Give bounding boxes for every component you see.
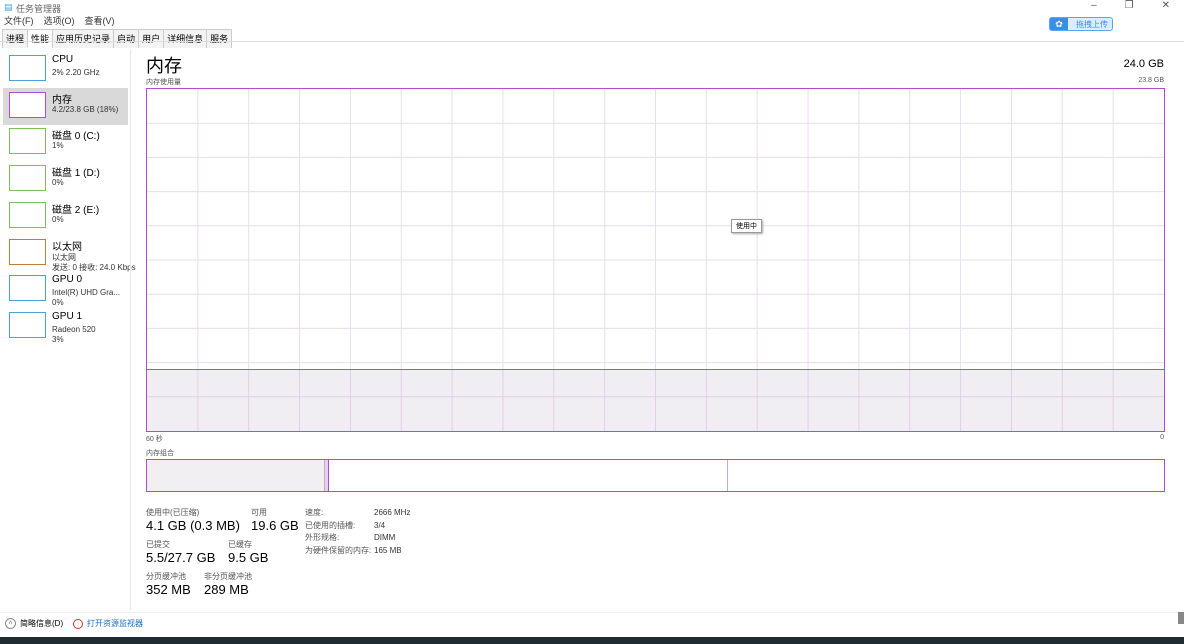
composition-free[interactable] [728, 460, 1164, 491]
sidebar-item-sub: 0% [52, 178, 64, 188]
window-controls: – ❐ ✕ [1091, 0, 1170, 11]
tab-startup[interactable]: 启动 [113, 29, 140, 48]
thumbnail-graph [9, 311, 46, 338]
memory-composition-bar [146, 459, 1165, 492]
sidebar-item[interactable]: 以太网 以太网 发送: 0 接收: 24.0 Kbps [3, 235, 136, 272]
stat-committed: 已提交 5.5/27.7 GB [146, 540, 216, 565]
graph-svg [147, 89, 1164, 431]
sidebar-item[interactable]: GPU 0 Intel(R) UHD Gra... 0% [3, 271, 128, 308]
thumbnail-graph [9, 201, 46, 228]
detail-row: 外形规格: DIMM [305, 533, 396, 542]
sidebar-item-sub: 0% [52, 214, 64, 224]
menu-file[interactable]: 文件(F) [4, 14, 34, 27]
time-left-label: 60 秒 [146, 436, 163, 443]
menu-view[interactable]: 查看(V) [85, 14, 115, 27]
sidebar-item-name: GPU 0 [52, 274, 83, 286]
usage-label: 内存使用量 [146, 79, 181, 86]
sidebar-item[interactable]: 内存 4.2/23.8 GB (18%) [3, 87, 128, 125]
menu-bar: 文件(F) 选项(O) 查看(V) [4, 14, 115, 27]
chevron-up-icon: ˄ [5, 618, 16, 629]
sidebar-item[interactable]: 磁盘 2 (E:) 0% [3, 198, 128, 235]
sidebar-item[interactable]: 磁盘 1 (D:) 0% [3, 161, 128, 198]
divider [0, 41, 1184, 42]
details-table: 速度: 2666 MHz 已使用的插槽: 3/4 外形规格: DIMM 为硬件保留的内… [305, 507, 410, 557]
upload-button[interactable]: ✿ 拖拽上传 [1049, 17, 1113, 31]
tab-performance[interactable]: 性能 [27, 29, 54, 48]
total-memory: 24.0 GB [1123, 58, 1164, 70]
sidebar-item-sub: 0% [52, 298, 64, 308]
sidebar-item-sub: 4.2/23.8 GB (18%) [52, 104, 119, 114]
thumbnail-graph [9, 165, 46, 192]
cloud-icon: ✿ [1050, 18, 1068, 30]
composition-standby[interactable] [329, 460, 728, 491]
menu-options[interactable]: 选项(O) [44, 14, 75, 27]
stat-in-use: 使用中(已压缩) 4.1 GB (0.3 MB) [146, 508, 240, 533]
memory-usage-graph [146, 88, 1165, 432]
thumbnail-graph [9, 91, 46, 118]
thumbnail-graph [9, 238, 46, 265]
page-title: 内存 [146, 56, 182, 76]
less-details-button[interactable]: ˄ 简略信息(D) [5, 618, 63, 629]
restore-button[interactable]: ❐ [1125, 0, 1134, 11]
sidebar-item-name: 以太网 [52, 241, 82, 253]
close-button[interactable]: ✕ [1162, 0, 1170, 11]
sidebar-item-sub: 2% 2.20 GHz [52, 68, 100, 77]
taskbar [0, 637, 1184, 644]
sidebar-item-name: 内存 [52, 94, 72, 106]
stat-nonpaged-pool: 非分页缓冲池 289 MB [204, 572, 252, 597]
scrollbar-thumb[interactable] [1178, 612, 1184, 624]
stat-available: 可用 19.6 GB [251, 508, 299, 533]
sidebar-item-sub: 1% [52, 141, 64, 151]
tab-services[interactable]: 服务 [206, 29, 233, 48]
thumbnail-graph [9, 275, 46, 302]
divider [130, 50, 131, 610]
sidebar-item-name: GPU 1 [52, 310, 83, 322]
tab-bar: 进程 性能 应用历史记录 启动 用户 详细信息 服务 [2, 29, 233, 48]
stat-paged-pool: 分页缓冲池 352 MB [146, 572, 191, 597]
sidebar-item-sub: 3% [52, 334, 64, 344]
thumbnail-graph [9, 128, 46, 155]
sidebar-item-name: 磁盘 2 (E:) [52, 204, 100, 216]
composition-in-use[interactable] [147, 460, 325, 491]
sidebar-item-sub: Radeon 520 [52, 324, 96, 334]
stat-cached: 已缓存 9.5 GB [228, 540, 269, 565]
tab-details[interactable]: 详细信息 [163, 29, 208, 48]
tab-app-history[interactable]: 应用历史记录 [52, 29, 115, 48]
sidebar-item[interactable]: 磁盘 0 (C:) 1% [3, 124, 128, 161]
detail-row: 为硬件保留的内存: 165 MB [305, 545, 402, 555]
open-resource-monitor-link[interactable]: 打开资源监视器 [73, 618, 143, 629]
tooltip: 使用中 [731, 219, 762, 233]
resource-monitor-icon [73, 618, 83, 629]
sidebar-item-name: CPU [52, 54, 74, 65]
sidebar-item-sub: Intel(R) UHD Gra... [52, 288, 121, 298]
sidebar-item-name: 磁盘 1 (D:) [52, 168, 100, 180]
composition-label: 内存组合 [146, 450, 174, 457]
sidebar-item-name: 磁盘 0 (C:) [52, 131, 100, 143]
detail-row: 速度: 2666 MHz [305, 508, 411, 517]
app-icon: ▤ [4, 2, 13, 12]
usage-area [147, 369, 1164, 431]
tab-processes[interactable]: 进程 [2, 29, 29, 48]
time-right-label: 0 [1160, 434, 1164, 441]
tab-users[interactable]: 用户 [138, 29, 165, 48]
minimize-button[interactable]: – [1091, 0, 1097, 11]
thumbnail-graph [9, 55, 46, 81]
divider [0, 612, 1184, 613]
detail-row: 已使用的插槽: 3/4 [305, 520, 386, 530]
max-label: 23.8 GB [1138, 77, 1164, 84]
sidebar-item[interactable]: GPU 1 Radeon 520 3% [3, 308, 128, 345]
sidebar-item[interactable]: CPU 2% 2.20 GHz [3, 51, 128, 88]
